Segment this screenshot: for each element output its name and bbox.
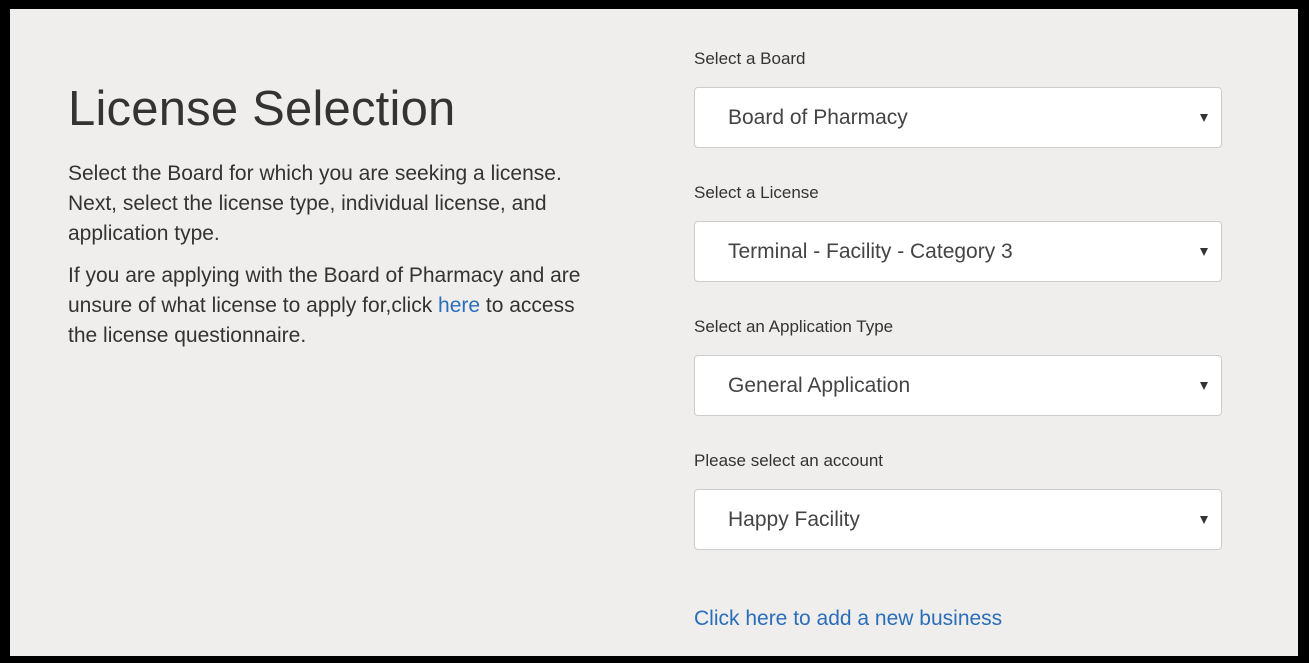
license-field: Select a License Terminal - Facility - C… [694, 183, 1224, 282]
account-selected-value: Happy Facility [728, 508, 860, 531]
account-field: Please select an account Happy Facility [694, 451, 1224, 550]
board-field: Select a Board Board of Pharmacy [694, 49, 1224, 148]
account-label: Please select an account [694, 451, 884, 470]
questionnaire-link[interactable]: here [438, 294, 480, 317]
application-type-label: Select an Application Type [694, 317, 894, 336]
intro-panel: License Selection Select the Board for w… [68, 79, 608, 351]
selection-form: Select a Board Board of Pharmacy Select … [694, 49, 1224, 633]
application-type-selected-value: General Application [728, 374, 911, 397]
caret-down-icon [1200, 516, 1208, 524]
license-selected-value: Terminal - Facility - Category 3 [728, 240, 1013, 263]
help-text: If you are applying with the Board of Ph… [68, 261, 598, 351]
caret-down-icon [1200, 248, 1208, 256]
caret-down-icon [1200, 382, 1208, 390]
board-selected-value: Board of Pharmacy [728, 106, 908, 129]
page-frame: License Selection Select the Board for w… [0, 0, 1309, 663]
caret-down-icon [1200, 114, 1208, 122]
license-select[interactable]: Terminal - Facility - Category 3 [694, 221, 1222, 282]
board-select[interactable]: Board of Pharmacy [694, 87, 1222, 148]
add-business-link[interactable]: Click here to add a new business [694, 605, 1224, 633]
application-type-select[interactable]: General Application [694, 355, 1222, 416]
page-title: License Selection [68, 82, 456, 136]
board-label: Select a Board [694, 49, 806, 68]
intro-text: Select the Board for which you are seeki… [68, 162, 562, 245]
application-type-field: Select an Application Type General Appli… [694, 317, 1224, 416]
account-select[interactable]: Happy Facility [694, 489, 1222, 550]
license-label: Select a License [694, 183, 819, 202]
